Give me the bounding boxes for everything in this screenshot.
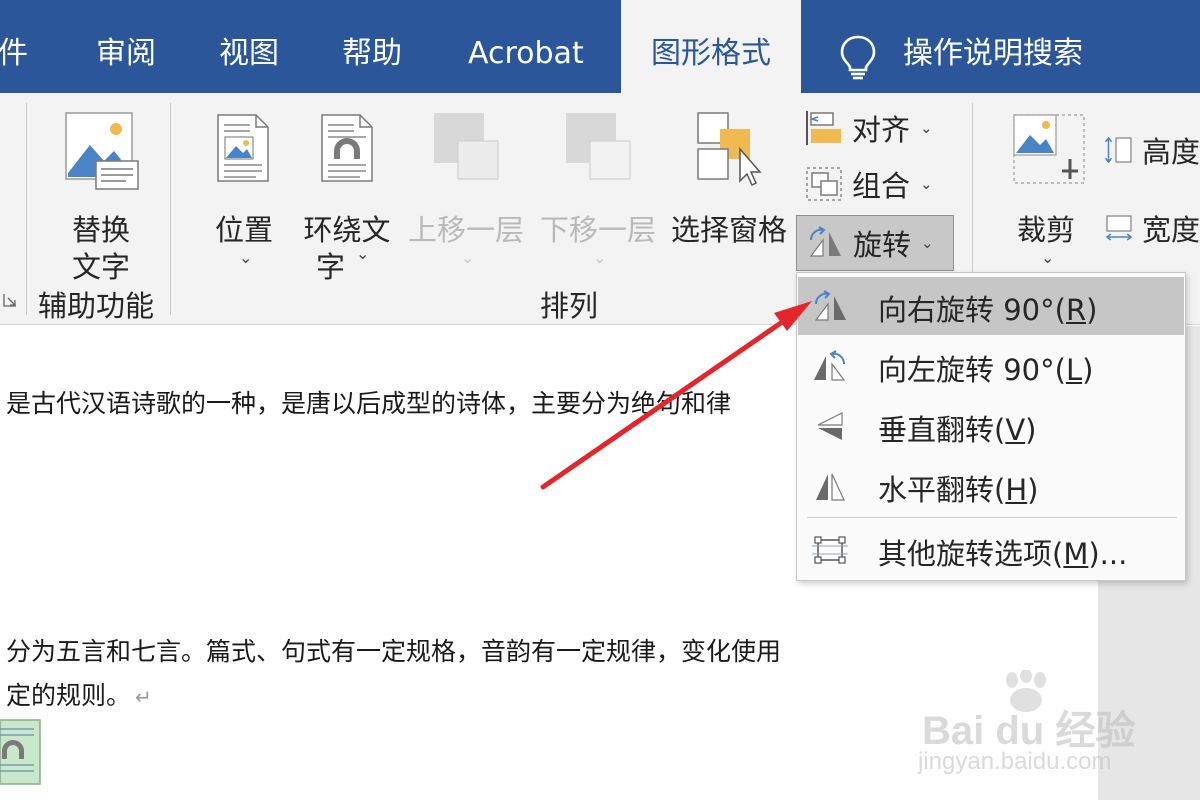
- chevron-down-icon: ⌄: [920, 175, 933, 193]
- chevron-down-icon: ⌄: [239, 248, 253, 267]
- ribbon-tab-bar: 件 审阅 视图 帮助 Acrobat 图形格式 操作说明搜索: [0, 0, 1200, 93]
- dialog-launcher-icon[interactable]: [2, 292, 18, 308]
- tab-acrobat[interactable]: Acrobat: [468, 0, 584, 93]
- selection-pane-label: 选择窗格: [670, 213, 787, 247]
- chevron-down-icon: ⌄: [920, 119, 933, 137]
- document-text-line: 定的规则。 ↵: [6, 676, 152, 712]
- menu-separator: [807, 517, 1177, 518]
- send-backward-label: 下移一层: [539, 213, 656, 247]
- send-backward-button: 下移一层 ⌄: [536, 107, 660, 277]
- group-button[interactable]: 组合 ⌄: [798, 161, 946, 207]
- flip-vertical-icon: [817, 412, 843, 440]
- chevron-down-icon: ⌄: [356, 244, 370, 263]
- menu-item-rotate-right-90[interactable]: 向右旋转 90°(R): [798, 277, 1184, 335]
- tab-picture-format[interactable]: 图形格式: [621, 0, 801, 93]
- flip-horizontal-icon: [816, 473, 845, 501]
- access-key: L: [1065, 353, 1083, 387]
- group-label-accessibility: 辅助功能: [38, 289, 155, 323]
- menu-item-label-tail: )...: [1088, 537, 1128, 571]
- width-label: 宽度: [1141, 213, 1200, 247]
- tab-review[interactable]: 审阅: [96, 0, 156, 93]
- menu-item-label: 水平翻转(: [878, 473, 1006, 507]
- rotate-dropdown-menu: 向右旋转 90°(R) 向左旋转 90°(L) 垂直翻转(V) 水平翻转(H): [796, 272, 1186, 581]
- selection-pane-icon: [697, 112, 762, 187]
- group-label: 组合: [852, 169, 911, 203]
- tab-help[interactable]: 帮助: [342, 0, 402, 93]
- align-button[interactable]: 对齐 ⌄: [798, 105, 946, 151]
- height-icon: [1104, 136, 1132, 164]
- menu-item-label-tail: ): [1082, 353, 1094, 387]
- width-icon: [1105, 215, 1133, 241]
- tab-file-partial[interactable]: 件: [0, 0, 28, 93]
- menu-item-label: 其他旋转选项(: [878, 537, 1064, 571]
- rotate-icon: [809, 226, 841, 257]
- crop-button[interactable]: 裁剪 ⌄: [1000, 107, 1092, 277]
- menu-item-label-tail: ): [1086, 293, 1098, 327]
- menu-item-more-rotation-options[interactable]: 其他旋转选项(M)...: [798, 521, 1184, 579]
- rotate-left-icon: [814, 350, 846, 381]
- rotate-button[interactable]: 旋转 ⌄: [796, 215, 954, 271]
- access-key: H: [1005, 473, 1028, 507]
- baidu-watermark: Bai du 经验 jingyan.baidu.com: [918, 670, 1148, 780]
- selected-wrap-text-icon[interactable]: [0, 719, 42, 785]
- bring-forward-label: 上移一层: [407, 213, 524, 247]
- chevron-down-icon: ⌄: [461, 248, 475, 267]
- position-icon: [217, 114, 269, 182]
- menu-item-label: 向右旋转 90°(: [878, 293, 1066, 327]
- alt-text-button[interactable]: 替换 文字: [60, 107, 142, 284]
- menu-item-label-tail: ): [1025, 413, 1037, 447]
- wrap-text-label-line1: 环绕文: [303, 213, 391, 247]
- paragraph-mark: ↵: [135, 685, 152, 709]
- menu-item-flip-horizontal[interactable]: 水平翻转(H): [798, 457, 1184, 515]
- wrap-text-button[interactable]: 环绕文 字 ⌄: [298, 107, 396, 284]
- watermark-url: jingyan.baidu.com: [918, 748, 1112, 775]
- lightbulb-icon[interactable]: [838, 34, 878, 80]
- rotate-label: 旋转: [853, 228, 912, 262]
- rotate-right-icon: [814, 290, 846, 321]
- chevron-down-icon: ⌄: [1041, 248, 1055, 267]
- shape-height-field[interactable]: 高度: [1102, 127, 1200, 173]
- access-key: V: [1005, 413, 1026, 447]
- crop-icon: [1013, 114, 1085, 184]
- position-label: 位置: [214, 213, 273, 247]
- alt-text-icon: [65, 112, 139, 190]
- tell-me-search[interactable]: 操作说明搜索: [903, 0, 1083, 93]
- menu-item-label: 向左旋转 90°(: [878, 353, 1066, 387]
- alt-text-label-line2: 文字: [71, 250, 130, 284]
- more-rotation-options-icon: [812, 536, 848, 564]
- document-text-fragment: 定的规则。: [6, 681, 132, 710]
- tab-view[interactable]: 视图: [219, 0, 279, 93]
- chevron-down-icon: ⌄: [593, 248, 607, 267]
- position-button[interactable]: 位置 ⌄: [206, 107, 282, 277]
- access-key: M: [1063, 537, 1089, 571]
- wrap-text-icon: [321, 114, 373, 182]
- bring-forward-icon: [434, 113, 499, 180]
- shape-width-field[interactable]: 宽度: [1102, 205, 1200, 251]
- wrap-text-label-line2: 字: [316, 250, 346, 284]
- selection-pane-button[interactable]: 选择窗格: [666, 107, 792, 247]
- document-text-line: 是古代汉语诗歌的一种，是唐以后成型的诗体，主要分为绝句和律: [6, 389, 732, 418]
- access-key: R: [1065, 293, 1087, 327]
- align-label: 对齐: [852, 113, 911, 147]
- height-label: 高度: [1141, 135, 1200, 169]
- document-text-line: 分为五言和七言。篇式、句式有一定规格，音韵有一定规律，变化使用: [6, 637, 782, 666]
- alt-text-label-line1: 替换: [71, 213, 130, 247]
- chevron-down-icon: ⌄: [921, 234, 934, 252]
- menu-item-flip-vertical[interactable]: 垂直翻转(V): [798, 397, 1184, 455]
- group-objects-icon: [806, 167, 842, 201]
- menu-item-label: 垂直翻转(: [878, 413, 1006, 447]
- crop-label: 裁剪: [1016, 213, 1075, 247]
- bring-forward-button: 上移一层 ⌄: [404, 107, 528, 277]
- menu-item-label-tail: ): [1027, 473, 1039, 507]
- menu-item-rotate-left-90[interactable]: 向左旋转 90°(L): [798, 337, 1184, 395]
- align-icon: [806, 111, 841, 145]
- send-backward-icon: [566, 113, 631, 180]
- group-label-arrange: 排列: [540, 289, 599, 323]
